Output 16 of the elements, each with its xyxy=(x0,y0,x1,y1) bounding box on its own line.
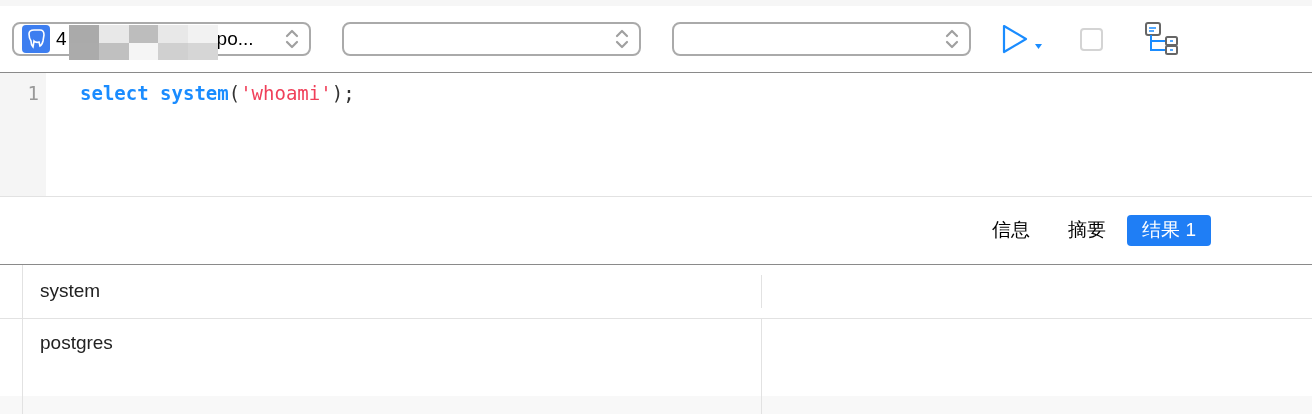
dropdown-select[interactable] xyxy=(672,22,971,56)
connection-name-end: po... xyxy=(216,26,254,51)
connection-name-start: 4 xyxy=(56,26,67,51)
tree-diagram-icon[interactable] xyxy=(1145,22,1179,56)
stop-button[interactable] xyxy=(1080,27,1103,51)
up-down-chevron-icon xyxy=(615,27,629,51)
line-number: 1 xyxy=(27,81,39,106)
up-down-chevron-icon xyxy=(945,27,959,51)
result-tab[interactable]: 摘要 xyxy=(1051,215,1124,246)
result-tab[interactable]: 信息 xyxy=(975,215,1048,246)
column-header: system xyxy=(40,279,101,304)
result-tab[interactable]: 结果 1 xyxy=(1127,215,1211,246)
table-cell: postgres xyxy=(40,332,113,353)
code-line: select system('whoami'); xyxy=(80,81,355,106)
dropdown-select[interactable] xyxy=(342,22,641,56)
up-down-chevron-icon xyxy=(285,27,299,51)
